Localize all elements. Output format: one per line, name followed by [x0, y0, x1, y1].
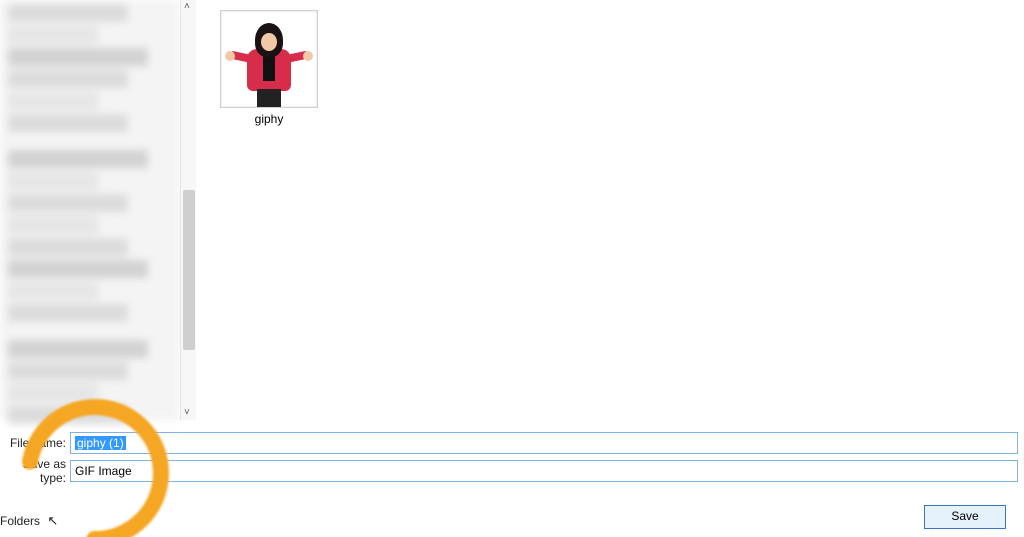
file-name-value: giphy (1) — [75, 436, 126, 450]
scroll-down-icon[interactable]: ˅ — [184, 408, 190, 418]
save-button[interactable]: Save — [924, 505, 1006, 529]
cursor-icon: ↖ — [47, 513, 58, 529]
save-dialog: ˄ ˅ giphy File name: giphy (1) Sav — [0, 0, 1024, 537]
file-name-input[interactable]: giphy (1) — [70, 432, 1018, 454]
save-type-value: GIF Image — [75, 464, 132, 478]
file-name-label: File name: — [0, 436, 70, 450]
save-type-label: Save as type: — [0, 457, 70, 485]
save-type-select[interactable]: GIF Image — [70, 460, 1018, 482]
hide-folders-toggle[interactable]: Folders ↖ — [0, 513, 58, 529]
folder-tree[interactable] — [0, 0, 180, 420]
folders-label: Folders — [0, 514, 40, 528]
scroll-up-icon[interactable]: ˄ — [184, 2, 190, 12]
file-item[interactable]: giphy — [216, 10, 322, 126]
file-label: giphy — [216, 112, 322, 126]
file-list-area[interactable]: giphy — [196, 0, 1024, 420]
file-name-row: File name: giphy (1) — [0, 432, 1024, 454]
scroll-thumb[interactable] — [183, 190, 195, 350]
file-thumbnail — [220, 10, 318, 108]
person-illustration-icon — [229, 19, 309, 107]
save-type-row: Save as type: GIF Image — [0, 460, 1024, 482]
